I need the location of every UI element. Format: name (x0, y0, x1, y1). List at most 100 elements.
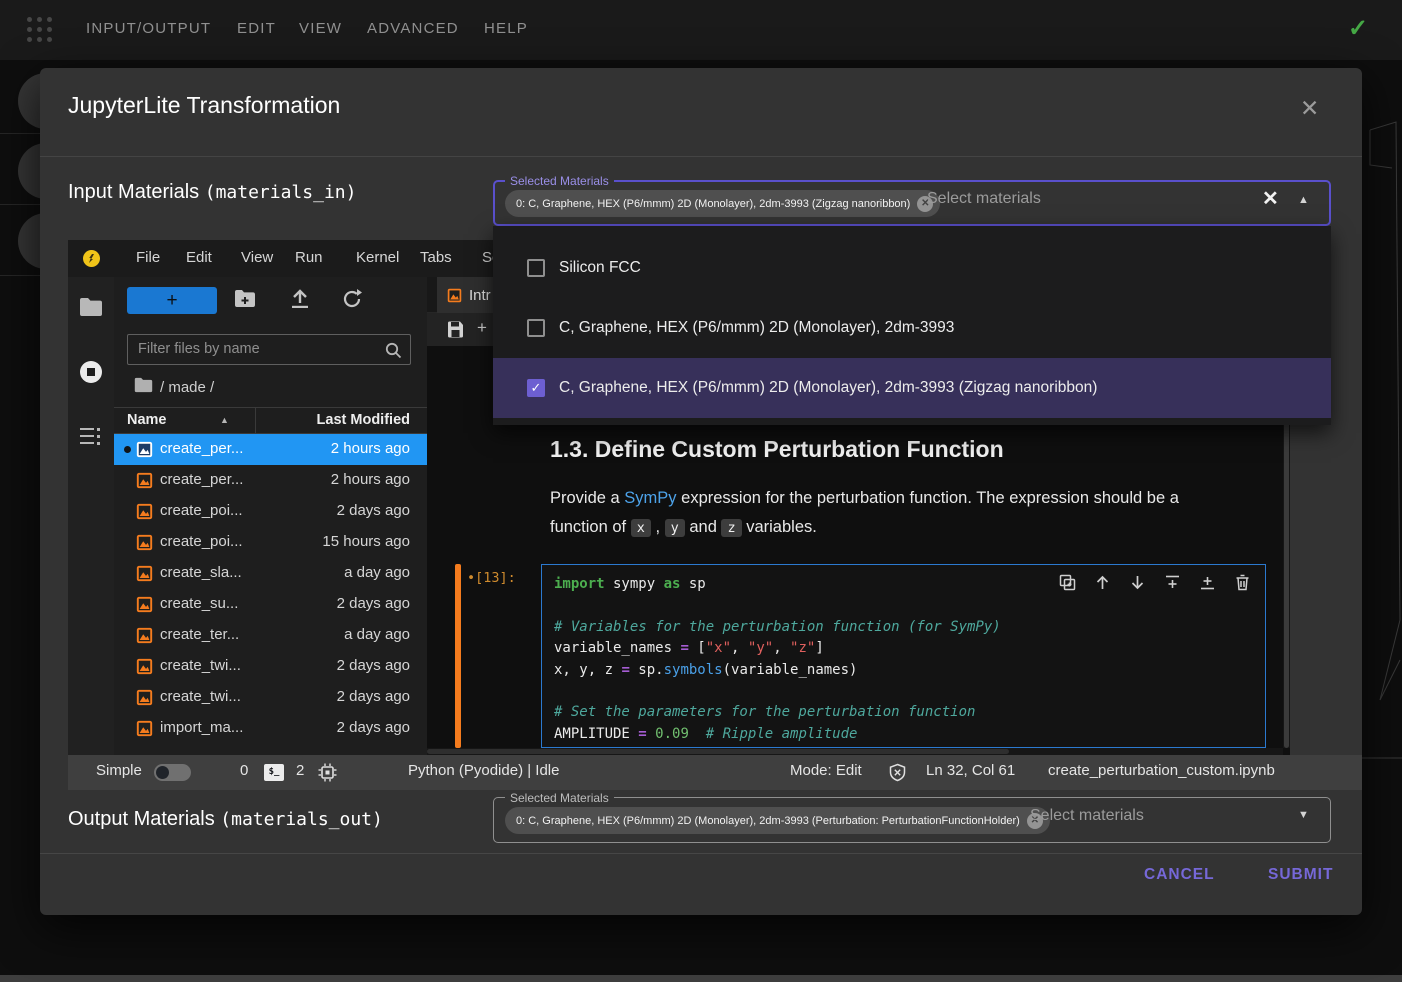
running-kernels-icon[interactable] (79, 360, 103, 384)
cell-toolbar (1059, 574, 1251, 596)
divider (40, 156, 1362, 157)
kernels-count[interactable]: 2 (296, 762, 304, 779)
output-material-chip[interactable]: 0: C, Graphene, HEX (P6/mmm) 2D (Monolay… (505, 807, 1050, 834)
file-row[interactable]: import_ma... 2 days ago (114, 713, 427, 744)
chip-label: 0: C, Graphene, HEX (P6/mmm) 2D (Monolay… (516, 198, 910, 210)
move-cell-down-icon[interactable] (1129, 574, 1146, 596)
save-icon[interactable] (447, 321, 464, 338)
markdown-heading: 1.3. Define Custom Perturbation Function (550, 436, 1004, 463)
markdown-paragraph: Provide a SymPy expression for the pertu… (550, 484, 1238, 543)
output-select-label: Selected Materials (505, 791, 614, 805)
menu-item-edit[interactable]: EDIT (237, 20, 276, 37)
editor-mode[interactable]: Mode: Edit (790, 762, 862, 779)
dropdown-option[interactable]: ✓ C, Graphene, HEX (P6/mmm) 2D (Monolaye… (493, 358, 1331, 418)
new-launcher-button[interactable]: + (127, 287, 217, 314)
cursor-position[interactable]: Ln 32, Col 61 (926, 762, 1015, 779)
active-cell-indicator[interactable] (455, 564, 461, 748)
sympy-link[interactable]: SymPy (624, 489, 676, 507)
delete-cell-icon[interactable] (1234, 574, 1251, 596)
notebook-file-icon (136, 627, 153, 644)
jupyter-menu-view[interactable]: View (241, 249, 273, 266)
file-modified: 2 days ago (337, 688, 410, 705)
column-last-modified[interactable]: Last Modified (317, 412, 410, 428)
file-row[interactable]: create_twi... 2 days ago (114, 682, 427, 713)
refresh-icon[interactable] (342, 289, 362, 309)
table-of-contents-icon[interactable] (80, 427, 102, 445)
file-browser-panel: + Filter files by name (114, 277, 427, 755)
new-folder-icon[interactable] (234, 289, 256, 308)
expand-caret-icon[interactable]: ▼ (1298, 809, 1309, 821)
file-browser-icon[interactable] (79, 297, 103, 317)
notebook-file-icon (136, 689, 153, 706)
menu-item-help[interactable]: HELP (484, 20, 528, 37)
notebook-file-icon (136, 441, 153, 458)
dropdown-option[interactable]: Silicon FCC (493, 238, 1331, 298)
file-modified: 2 days ago (337, 502, 410, 519)
submit-button[interactable]: SUBMIT (1262, 865, 1339, 885)
output-select-placeholder[interactable]: Select materials (1030, 807, 1144, 825)
file-row[interactable]: create_sla... a day ago (114, 558, 427, 589)
insert-cell-below-icon[interactable] (1199, 574, 1216, 596)
checkbox-checked-icon[interactable]: ✓ (527, 379, 545, 397)
kernel-cpu-icon[interactable] (318, 763, 337, 782)
breadcrumb[interactable]: / made / (160, 379, 214, 396)
input-material-chip[interactable]: 0: C, Graphene, HEX (P6/mmm) 2D (Monolay… (505, 190, 940, 217)
checkbox-unchecked-icon[interactable] (527, 319, 545, 337)
terminals-count[interactable]: 0 (240, 762, 248, 779)
file-row[interactable]: create_per... 2 hours ago (114, 434, 427, 465)
close-icon[interactable]: ✕ (1294, 94, 1325, 123)
jupyter-menu-run[interactable]: Run (295, 249, 323, 266)
jupyterlite-logo-icon (83, 250, 100, 267)
option-label: Silicon FCC (559, 259, 641, 277)
jupyter-menu-file[interactable]: File (136, 249, 160, 266)
filter-files-input[interactable]: Filter files by name (127, 334, 411, 365)
jupyter-menu-tabs[interactable]: Tabs (420, 249, 452, 266)
jupyter-menu-edit[interactable]: Edit (186, 249, 212, 266)
file-row[interactable]: create_per... 2 hours ago (114, 465, 427, 496)
input-materials-label: Input Materials (materials_in) (68, 181, 356, 204)
input-select-placeholder[interactable]: Select materials (927, 190, 1041, 208)
simple-mode-label: Simple (96, 762, 142, 779)
file-name: create_sla... (160, 564, 242, 581)
duplicate-cell-icon[interactable] (1059, 574, 1076, 596)
active-filename[interactable]: create_perturbation_custom.ipynb (1048, 762, 1275, 779)
option-label: C, Graphene, HEX (P6/mmm) 2D (Monolayer)… (559, 319, 954, 337)
dropdown-option[interactable]: C, Graphene, HEX (P6/mmm) 2D (Monolayer)… (493, 298, 1331, 358)
upload-icon[interactable] (290, 289, 310, 308)
file-name: import_ma... (160, 719, 243, 736)
file-row[interactable]: create_twi... 2 days ago (114, 651, 427, 682)
sort-ascending-icon[interactable]: ▲ (220, 415, 229, 425)
running-dot-icon (124, 446, 131, 453)
breadcrumb-folder-icon[interactable] (134, 377, 153, 393)
simple-mode-toggle[interactable] (154, 764, 191, 781)
jupyter-menu-kernel[interactable]: Kernel (356, 249, 399, 266)
file-modified: 15 hours ago (322, 533, 410, 550)
file-row[interactable]: create_poi... 15 hours ago (114, 527, 427, 558)
file-modified: a day ago (344, 564, 410, 581)
menu-item-input-output[interactable]: INPUT/OUTPUT (86, 20, 211, 37)
confirm-check-icon[interactable]: ✓ (1348, 14, 1368, 43)
code-cell[interactable]: import sympy as sp # Variables for the p… (541, 564, 1266, 748)
checkbox-unchecked-icon[interactable] (527, 259, 545, 277)
terminal-icon[interactable]: $_ (264, 764, 284, 781)
kernel-status[interactable]: Python (Pyodide) | Idle (408, 762, 559, 779)
tab-label: Intr (469, 287, 491, 304)
collapse-caret-icon[interactable]: ▲ (1298, 194, 1309, 206)
menu-item-advanced[interactable]: ADVANCED (367, 20, 459, 37)
menu-item-view[interactable]: VIEW (299, 20, 342, 37)
move-cell-up-icon[interactable] (1094, 574, 1111, 596)
bottom-scrollbar[interactable] (0, 975, 1402, 982)
app-logo-icon[interactable] (26, 16, 53, 43)
file-row[interactable]: create_poi... 2 days ago (114, 496, 427, 527)
add-cell-icon[interactable]: + (477, 318, 487, 338)
file-name: create_su... (160, 595, 238, 612)
column-name[interactable]: Name (127, 412, 167, 428)
cancel-button[interactable]: CANCEL (1138, 865, 1221, 885)
horizontal-scrollbar[interactable] (427, 748, 1283, 755)
clear-selection-icon[interactable]: ✕ (1262, 186, 1279, 211)
file-row[interactable]: create_ter... a day ago (114, 620, 427, 651)
file-modified: 2 days ago (337, 719, 410, 736)
insert-cell-above-icon[interactable] (1164, 574, 1181, 596)
file-row[interactable]: create_su... 2 days ago (114, 589, 427, 620)
trust-shield-icon[interactable] (888, 763, 907, 782)
